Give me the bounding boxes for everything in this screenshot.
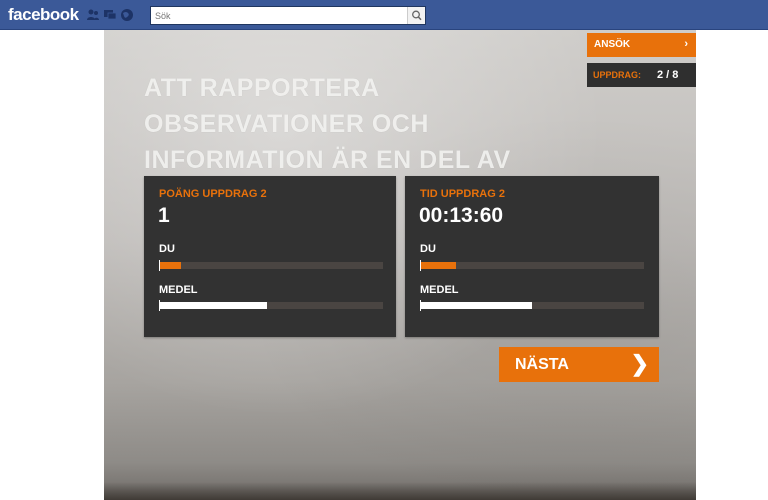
time-average-marker — [420, 300, 421, 311]
time-you-label: DU — [420, 243, 436, 255]
points-you-marker — [159, 260, 160, 271]
points-average-marker — [159, 300, 160, 311]
facebook-logo[interactable]: facebook — [8, 5, 79, 25]
points-you-bar — [159, 260, 383, 271]
points-average-bar — [159, 300, 383, 311]
time-average-label: MEDEL — [420, 284, 459, 296]
notifications-globe-icon[interactable] — [120, 8, 134, 22]
time-you-bar — [420, 260, 644, 271]
mission-label: UPPDRAG: — [593, 70, 642, 80]
notification-icons — [86, 8, 134, 22]
apply-button-label: ANSÖK — [594, 39, 631, 50]
app-canvas: ATT RAPPORTERA OBSERVATIONER OCH INFORMA… — [104, 30, 696, 500]
time-panel-title: TID UPPDRAG 2 — [420, 188, 505, 200]
points-value: 1 — [158, 204, 170, 227]
chevron-right-icon: ❯ — [630, 351, 649, 376]
points-average-label: MEDEL — [159, 284, 198, 296]
chevron-right-icon: › — [684, 38, 688, 50]
mission-counter: UPPDRAG: 2 / 8 — [587, 63, 696, 87]
search-input[interactable] — [151, 7, 407, 24]
next-button-label: NÄSTA — [515, 356, 569, 373]
time-panel: TID UPPDRAG 2 00:13:60 DU MEDEL — [405, 176, 659, 337]
search-icon — [412, 10, 422, 21]
search-box — [150, 6, 426, 25]
mission-count: 2 / 8 — [657, 69, 679, 81]
points-panel-title: POÄNG UPPDRAG 2 — [159, 188, 267, 200]
messages-icon[interactable] — [103, 8, 117, 22]
points-you-label: DU — [159, 243, 175, 255]
facebook-top-bar: facebook — [0, 0, 768, 30]
time-you-marker — [420, 260, 421, 271]
search-button[interactable] — [407, 7, 425, 24]
points-you-fill — [159, 262, 182, 269]
points-average-fill — [159, 302, 267, 309]
time-average-bar — [420, 300, 644, 311]
time-you-fill — [420, 262, 456, 269]
apply-button[interactable]: ANSÖK › — [587, 33, 696, 57]
next-button[interactable]: NÄSTA ❯ — [499, 347, 659, 382]
friend-requests-icon[interactable] — [86, 8, 100, 22]
points-panel: POÄNG UPPDRAG 2 1 DU MEDEL — [144, 176, 396, 337]
time-value: 00:13:60 — [419, 204, 504, 227]
time-average-fill — [420, 302, 532, 309]
